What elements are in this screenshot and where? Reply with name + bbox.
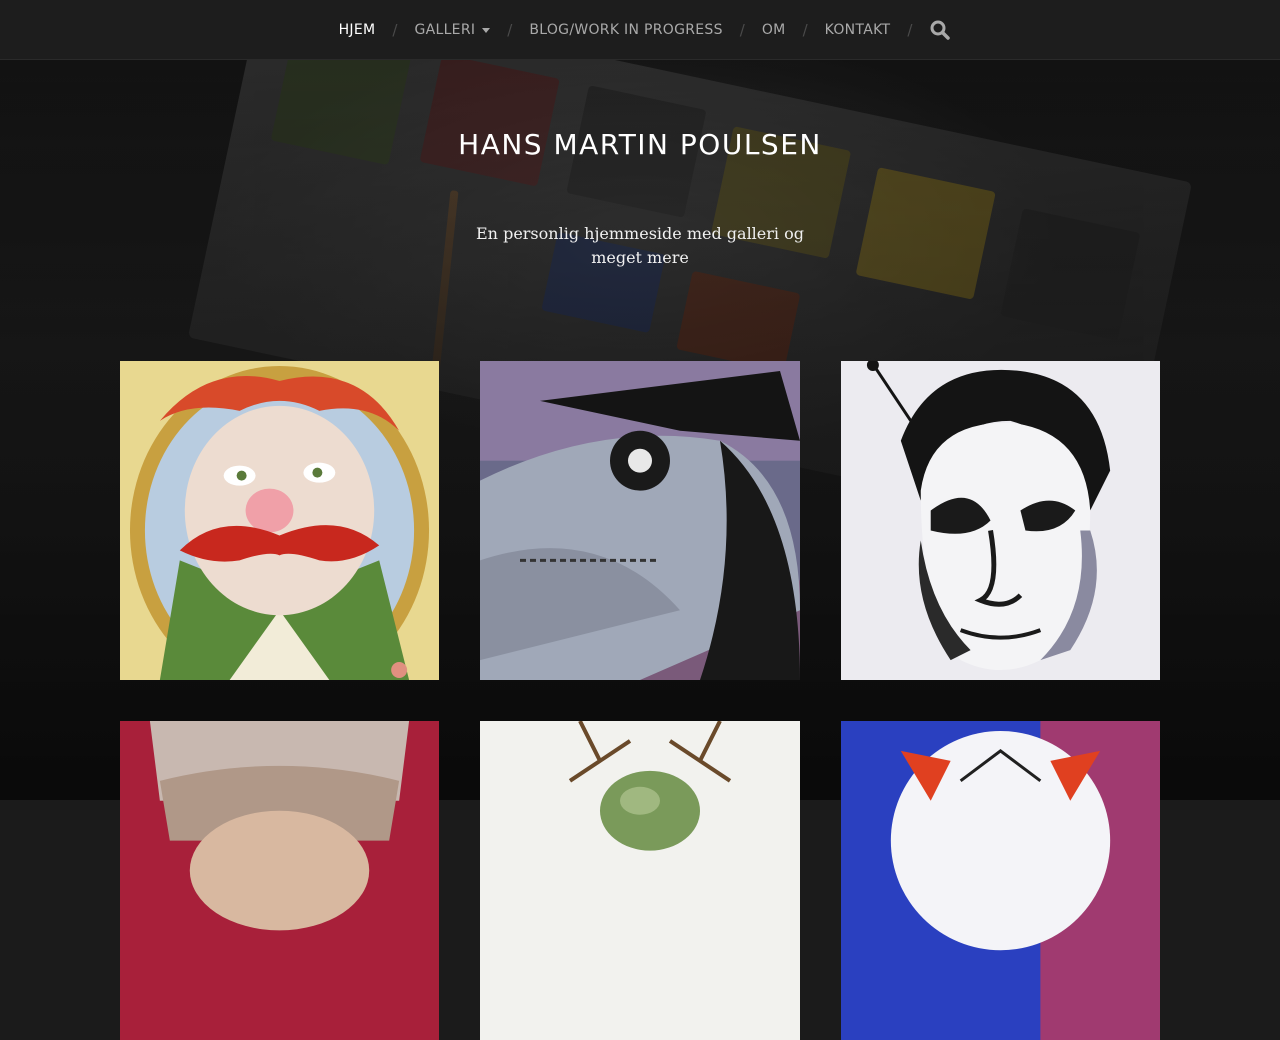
gallery-tile-portrait-hat[interactable] (120, 721, 439, 1040)
nav-separator: / (507, 21, 513, 39)
gallery-tile-plague-doctor[interactable] (480, 361, 800, 680)
nav-item-galleri[interactable]: GALLERI (414, 22, 491, 38)
gallery-tile-portrait-red-mustache[interactable] (120, 361, 439, 680)
nav-item-label: KONTAKT (824, 22, 891, 38)
nav-item-blog[interactable]: BLOG/WORK IN PROGRESS (529, 22, 722, 38)
artwork-image (480, 721, 800, 1040)
nav-separator: / (802, 21, 808, 39)
site-title[interactable]: HANS MARTIN POULSEN (440, 128, 840, 162)
search-icon (930, 20, 951, 40)
nav-item-label: GALLERI (414, 22, 476, 38)
gallery-tile-antler-creature[interactable] (480, 721, 800, 1040)
nav-separator: / (739, 21, 745, 39)
chevron-down-icon (482, 28, 491, 33)
nav-item-hjem[interactable]: HJEM (339, 22, 376, 38)
nav-item-label: OM (761, 22, 786, 38)
artwork-image (120, 361, 439, 680)
nav-separator: / (392, 21, 398, 39)
gallery-grid (120, 361, 1160, 1040)
artwork-image (841, 721, 1160, 1040)
nav-separator: / (907, 21, 913, 39)
gallery-tile-blue-white-mask[interactable] (841, 721, 1160, 1040)
gallery-tile-ink-portrait[interactable] (841, 361, 1160, 680)
artwork-image (841, 361, 1160, 680)
artwork-image (120, 721, 439, 1040)
nav-item-kontakt[interactable]: KONTAKT (825, 22, 891, 38)
artwork-image (480, 361, 800, 680)
nav-item-label: BLOG/WORK IN PROGRESS (529, 22, 723, 38)
nav-item-label: HJEM (338, 22, 376, 38)
nav-item-om[interactable]: OM (762, 22, 786, 38)
search-button[interactable] (929, 19, 951, 41)
nav-menu: HJEM / GALLERI / BLOG/WORK IN PROGRESS /… (5, 0, 1280, 60)
site-description: En personlig hjemmeside med galleri og m… (476, 224, 804, 267)
top-navigation: HJEM / GALLERI / BLOG/WORK IN PROGRESS /… (0, 0, 1280, 60)
